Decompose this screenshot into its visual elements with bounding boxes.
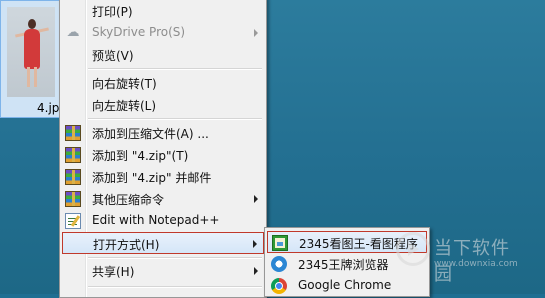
submenu-arrow-icon [254,267,258,275]
cloud-icon: ☁ [66,25,80,40]
menu-item-open-with[interactable]: 打开方式(H) [62,232,264,254]
chrome-icon [271,278,287,294]
menu-item-other-compression[interactable]: 其他压缩命令 [62,188,264,210]
selected-file-tile[interactable]: 4.jpg [0,0,67,118]
menu-separator [88,257,262,259]
submenu-arrow-icon [254,195,258,203]
menu-item-label: 向右旋转(T) [92,77,157,91]
archive-icon [65,125,81,141]
menu-item-label: 向左旋转(L) [92,99,157,113]
menu-item-rotate-right[interactable]: 向右旋转(T) [62,72,264,94]
menu-item-add-to-zip-and-email[interactable]: 添加到 "4.zip" 并邮件 [62,166,264,188]
menu-item-label: 添加到 "4.zip"(T) [92,149,189,163]
menu-item-add-to-archive[interactable]: 添加到压缩文件(A) ... [62,122,264,144]
photo-thumbnail [7,7,55,97]
menu-item-add-to-zip[interactable]: 添加到 "4.zip"(T) [62,144,264,166]
menu-item-skydrive-pro[interactable]: ☁ SkyDrive Pro(S) [62,22,264,44]
archive-icon [65,147,81,163]
menu-item-label: 预览(V) [92,49,134,63]
play-logo-icon [396,232,430,266]
menu-item-label: 其他压缩命令 [92,193,165,207]
archive-icon [65,169,81,185]
menu-separator [88,286,262,288]
menu-separator [88,118,262,120]
menu-item-label: SkyDrive Pro(S) [92,25,186,39]
browser-icon [271,256,287,272]
submenu-item-label: Google Chrome [298,278,392,292]
menu-item-label: 共享(H) [92,265,135,279]
site-watermark: 当下软件园 www.downxia.com [396,232,526,285]
menu-separator [88,68,262,70]
menu-item-share[interactable]: 共享(H) [62,260,264,282]
menu-item-label: 打印(P) [92,5,133,19]
menu-item-edit-with-notepad[interactable]: Edit with Notepad++ [62,210,264,232]
menu-item-label: Edit with Notepad++ [92,213,220,227]
menu-item-rotate-left[interactable]: 向左旋转(L) [62,94,264,116]
submenu-arrow-icon [253,240,257,248]
context-menu: 打印(P) ☁ SkyDrive Pro(S) 预览(V) 向右旋转(T) 向左… [59,0,267,298]
notepad-icon [65,213,81,229]
menu-item-label: 打开方式(H) [93,238,160,252]
image-viewer-icon [272,235,288,251]
menu-item-print[interactable]: 打印(P) [62,0,264,22]
submenu-arrow-icon [254,29,258,37]
menu-item-preview[interactable]: 预览(V) [62,44,264,66]
watermark-url: www.downxia.com [434,259,518,269]
archive-icon [65,191,81,207]
submenu-item-label: 2345王牌浏览器 [298,258,389,272]
menu-item-label: 添加到 "4.zip" 并邮件 [92,171,212,185]
menu-item-label: 添加到压缩文件(A) ... [92,127,209,141]
